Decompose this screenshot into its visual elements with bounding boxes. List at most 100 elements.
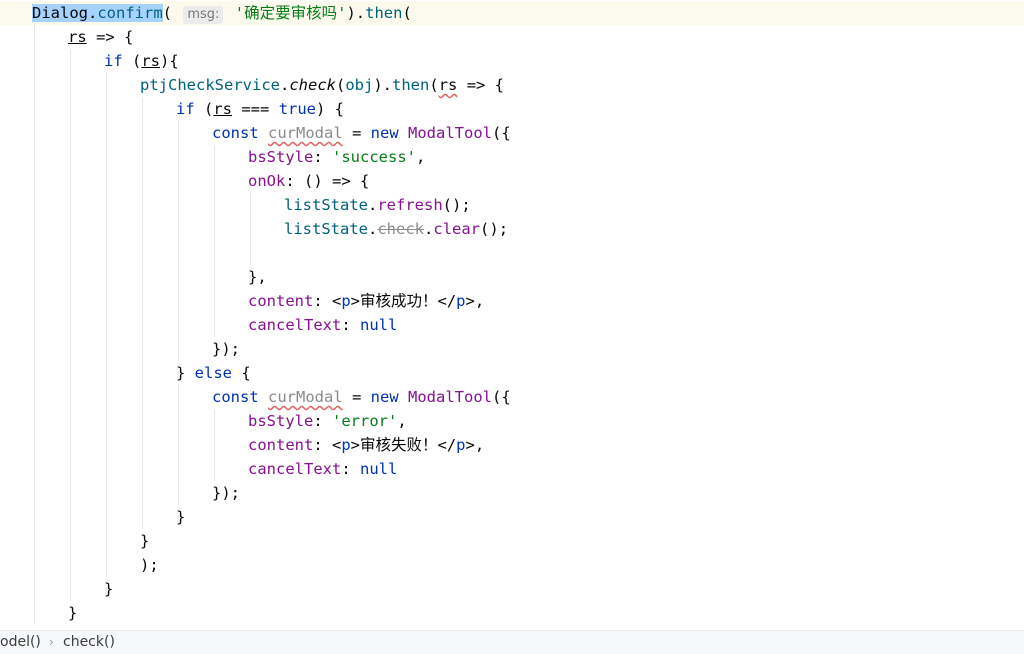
breadcrumb-separator-icon: › xyxy=(49,635,54,649)
code-token: p xyxy=(456,292,466,310)
code-token: ) { xyxy=(316,100,345,118)
code-token: }); xyxy=(212,340,240,358)
code-token: new xyxy=(370,388,399,406)
code-line-text: content: <p>审核成功！</p>, xyxy=(248,289,484,313)
code-line[interactable]: } xyxy=(0,505,1024,529)
code-line[interactable]: content: <p>审核成功！</p>, xyxy=(0,289,1024,313)
code-token: => { xyxy=(86,28,134,46)
code-line[interactable]: const curModal = new ModalTool({ xyxy=(0,385,1024,409)
code-line[interactable]: cancelText: null xyxy=(0,457,1024,481)
code-token: refresh xyxy=(377,196,443,214)
code-line-text: } else { xyxy=(176,361,251,385)
code-line-text: const curModal = new ModalTool({ xyxy=(212,385,511,409)
code-token: listState xyxy=(284,220,368,238)
code-token: . xyxy=(424,220,434,238)
code-token: >审核成功！</ xyxy=(350,292,457,310)
code-token: : xyxy=(341,316,360,334)
code-line[interactable]: const curModal = new ModalTool({ xyxy=(0,121,1024,145)
code-line-text: } xyxy=(140,529,149,553)
code-token: } xyxy=(140,532,150,550)
code-token: } xyxy=(68,604,78,622)
code-line[interactable]: if (rs === true) { xyxy=(0,97,1024,121)
code-token: === xyxy=(232,100,279,118)
breadcrumb-item-check[interactable]: check() xyxy=(63,631,115,654)
code-line-text: if (rs){ xyxy=(104,49,179,73)
code-token: : xyxy=(313,148,332,166)
code-line-text: bsStyle: 'success', xyxy=(248,145,425,169)
code-line[interactable]: bsStyle: 'error', xyxy=(0,409,1024,433)
code-token: >, xyxy=(465,292,485,310)
code-line[interactable]: } xyxy=(0,529,1024,553)
code-token: ({ xyxy=(492,124,511,142)
code-token: (); xyxy=(442,196,471,214)
code-token: . xyxy=(279,76,290,94)
code-token: }, xyxy=(248,268,267,286)
code-editor[interactable]: Dialog.confirm( msg: '确定要审核吗').then(rs =… xyxy=(0,0,1024,630)
code-line-text: } xyxy=(104,577,113,601)
code-line[interactable]: content: <p>审核失败！</p>, xyxy=(0,433,1024,457)
code-token: new xyxy=(370,124,399,142)
code-line-text: listState.refresh(); xyxy=(284,193,471,217)
code-token: } xyxy=(176,508,186,526)
code-line-text: bsStyle: 'error', xyxy=(248,409,407,433)
code-line-text: rs => { xyxy=(68,25,133,49)
code-token: null xyxy=(360,316,398,334)
code-line[interactable]: ); xyxy=(0,553,1024,577)
code-line[interactable]: }); xyxy=(0,481,1024,505)
code-token: 'error' xyxy=(332,412,398,430)
code-token: rs xyxy=(141,52,161,70)
code-line[interactable]: ptjCheckService.check(obj).then(rs => { xyxy=(0,73,1024,97)
code-token: ( xyxy=(122,52,142,70)
code-line-text: content: <p>审核失败！</p>, xyxy=(248,433,484,457)
code-token: ModalTool xyxy=(408,388,493,406)
code-token: curModal xyxy=(268,388,343,406)
code-line[interactable]: }); xyxy=(0,337,1024,361)
code-token: : xyxy=(313,412,332,430)
code-line[interactable] xyxy=(0,241,1024,265)
code-token: ( xyxy=(336,76,346,94)
code-token: cancelText xyxy=(248,460,342,478)
code-token: obj xyxy=(345,76,374,94)
code-token: bsStyle xyxy=(248,148,314,166)
code-token: ( xyxy=(194,100,214,118)
code-line-text: listState.check.clear(); xyxy=(284,217,508,241)
code-token: ){ xyxy=(160,52,179,70)
code-token: onOk xyxy=(248,172,286,190)
code-token: (); xyxy=(480,220,509,238)
code-token: : () => { xyxy=(285,172,370,190)
code-line-text: } xyxy=(68,601,77,625)
code-line[interactable]: } xyxy=(0,601,1024,625)
code-line-text: cancelText: null xyxy=(248,313,397,337)
code-token: rs xyxy=(213,100,233,118)
code-line[interactable]: if (rs){ xyxy=(0,49,1024,73)
code-line[interactable]: bsStyle: 'success', xyxy=(0,145,1024,169)
code-token: check xyxy=(289,76,336,94)
code-line[interactable]: onOk: () => { xyxy=(0,169,1024,193)
code-line[interactable]: } xyxy=(0,577,1024,601)
code-token: ModalTool xyxy=(408,124,493,142)
code-line[interactable]: Dialog.confirm( msg: '确定要审核吗').then( xyxy=(0,1,1024,25)
code-line[interactable]: }, xyxy=(0,265,1024,289)
breadcrumb-bar: odel() › check() xyxy=(0,630,1024,654)
code-token: then xyxy=(392,76,430,94)
code-token: content xyxy=(248,436,314,454)
code-line[interactable]: listState.refresh(); xyxy=(0,193,1024,217)
code-line[interactable]: cancelText: null xyxy=(0,313,1024,337)
code-line[interactable]: } else { xyxy=(0,361,1024,385)
code-token: listState xyxy=(284,196,368,214)
code-line-text: onOk: () => { xyxy=(248,169,369,193)
code-line-text: if (rs === true) { xyxy=(176,97,344,121)
code-token: confirm xyxy=(97,4,163,22)
code-token: clear xyxy=(433,220,481,238)
code-line-text: }); xyxy=(212,337,240,361)
code-token: rs xyxy=(438,76,458,94)
code-line[interactable]: listState.check.clear(); xyxy=(0,217,1024,241)
breadcrumb-item-model[interactable]: odel() xyxy=(0,631,41,654)
code-line-text: ptjCheckService.check(obj).then(rs => { xyxy=(140,73,504,97)
code-line[interactable]: rs => { xyxy=(0,25,1024,49)
code-token: 'success' xyxy=(332,148,416,166)
